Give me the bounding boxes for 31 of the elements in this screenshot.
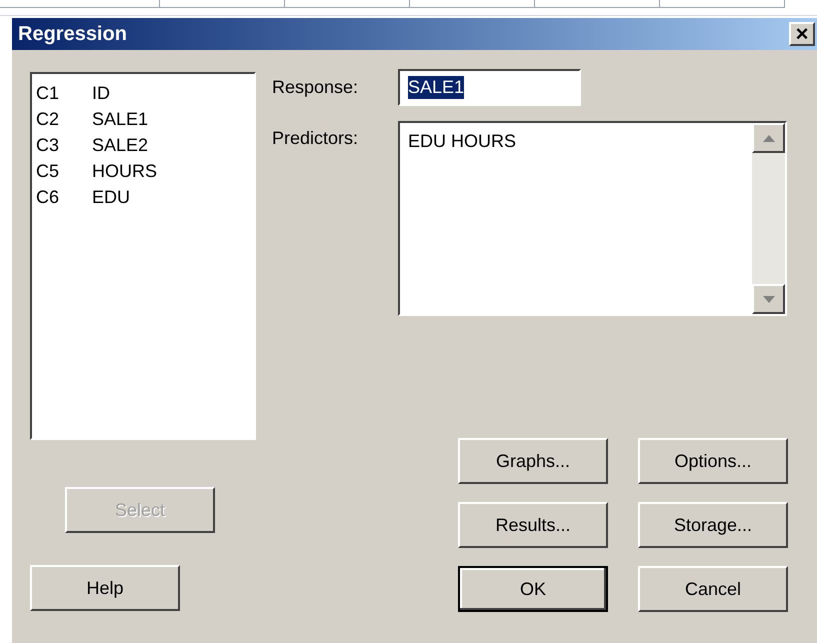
column-id[interactable]: C3 [36, 132, 92, 158]
predictors-value: EDU HOURS [407, 130, 518, 153]
scroll-up-button[interactable] [752, 123, 785, 153]
column-id[interactable]: C1 [36, 80, 92, 106]
up-arrow-icon [762, 134, 774, 142]
response-value: SALE1 [408, 76, 464, 99]
down-arrow-icon [762, 296, 774, 302]
dialog-button[interactable]: Cancel [638, 566, 788, 612]
column-list[interactable]: C1 ID C2 SALE1 C3 SALE2 C5 HOURS C6 EDU [30, 72, 256, 440]
predictors-field[interactable]: EDU HOURS [398, 121, 787, 316]
column-name[interactable]: SALE2 [92, 132, 148, 158]
dialog-button[interactable]: Storage... [638, 502, 788, 548]
response-field[interactable]: SALE1 [398, 69, 581, 106]
column-name[interactable]: SALE1 [92, 106, 148, 132]
column-name[interactable]: ID [92, 80, 110, 106]
dialog-button[interactable]: OK [458, 566, 608, 612]
scrollbar[interactable] [752, 123, 785, 314]
column-id[interactable]: C6 [36, 184, 92, 210]
column-name[interactable]: HOURS [92, 158, 158, 184]
predictors-label: Predictors: [272, 127, 360, 150]
column-id[interactable]: C2 [36, 106, 92, 132]
dialog-button[interactable]: Graphs... [458, 438, 608, 484]
dialog-button[interactable]: Results... [458, 502, 608, 548]
column-id[interactable]: C5 [36, 158, 92, 184]
column-name[interactable]: EDU [92, 184, 130, 210]
response-label: Response: [272, 76, 360, 99]
scroll-down-button[interactable] [752, 284, 785, 314]
window-title: Regression [18, 22, 127, 47]
dialog-button[interactable]: Help [30, 565, 180, 611]
dialog-button[interactable]: Options... [638, 438, 788, 484]
close-button[interactable]: × [789, 22, 815, 46]
